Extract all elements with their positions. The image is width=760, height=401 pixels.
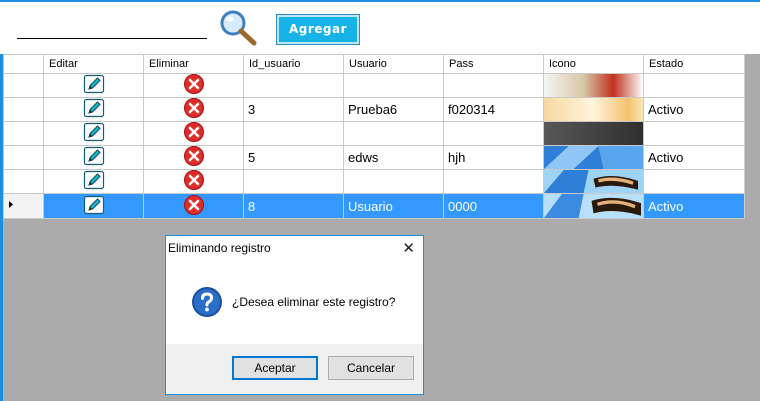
- cell-pass[interactable]: f020314: [443, 97, 544, 122]
- dialog-message: ¿Desea eliminar este registro?: [232, 295, 396, 309]
- edit-icon[interactable]: [83, 122, 105, 145]
- delete-cell[interactable]: [143, 145, 244, 170]
- delete-cell[interactable]: [143, 193, 244, 219]
- cell-icono[interactable]: [543, 97, 644, 122]
- cell-usuario[interactable]: [343, 73, 444, 98]
- table-row[interactable]: [3, 121, 745, 146]
- close-icon[interactable]: ✕: [402, 239, 415, 257]
- edit-icon[interactable]: [83, 170, 105, 193]
- edit-cell[interactable]: [43, 145, 144, 170]
- table-row[interactable]: [3, 73, 745, 98]
- delete-icon[interactable]: [183, 170, 204, 193]
- user-thumbnail-image: [544, 194, 643, 218]
- cancel-button[interactable]: Cancelar: [328, 356, 414, 380]
- column-header-id-usuario[interactable]: Id_usuario: [243, 54, 344, 74]
- delete-icon[interactable]: [183, 122, 204, 145]
- cell-estado[interactable]: Activo: [643, 193, 745, 219]
- current-row-indicator-icon: [9, 201, 13, 208]
- cell-usuario[interactable]: [343, 121, 444, 146]
- cell-icono[interactable]: [543, 121, 644, 146]
- cell-estado[interactable]: [643, 169, 745, 194]
- cell-estado[interactable]: [643, 121, 745, 146]
- delete-icon[interactable]: [183, 74, 204, 97]
- user-thumbnail-image: [544, 98, 643, 121]
- search-icon[interactable]: [218, 8, 258, 46]
- cell-pass[interactable]: [443, 73, 544, 98]
- delete-icon[interactable]: [183, 146, 204, 169]
- cell-icono[interactable]: [543, 73, 644, 98]
- row-header-corner: [3, 54, 44, 74]
- column-header-estado[interactable]: Estado: [643, 54, 745, 74]
- cell-usuario[interactable]: Usuario: [343, 193, 444, 219]
- edit-icon[interactable]: [83, 98, 105, 121]
- cell-pass[interactable]: hjh: [443, 145, 544, 170]
- column-header-editar[interactable]: Editar: [43, 54, 144, 74]
- row-header[interactable]: [3, 169, 44, 194]
- cell-icono[interactable]: [543, 193, 644, 219]
- toolbar: Agregar: [0, 0, 760, 54]
- table-row[interactable]: [3, 169, 745, 194]
- edit-icon[interactable]: [83, 195, 105, 218]
- cell-estado[interactable]: [643, 73, 745, 98]
- cell-pass[interactable]: [443, 121, 544, 146]
- column-header-icono[interactable]: Icono: [543, 54, 644, 74]
- search-input[interactable]: [17, 38, 207, 39]
- edit-cell[interactable]: [43, 97, 144, 122]
- delete-icon[interactable]: [183, 194, 204, 218]
- cell-id-usuario[interactable]: 5: [243, 145, 344, 170]
- accept-button[interactable]: Aceptar: [232, 356, 318, 380]
- delete-cell[interactable]: [143, 121, 244, 146]
- edit-cell[interactable]: [43, 169, 144, 194]
- cell-id-usuario[interactable]: 8: [243, 193, 344, 219]
- grid-header-row: Editar Eliminar Id_usuario Usuario Pass …: [3, 54, 745, 74]
- table-row[interactable]: 5 edws hjh Activo: [3, 145, 745, 170]
- cell-pass[interactable]: 0000: [443, 193, 544, 219]
- question-icon: [192, 287, 222, 317]
- cell-pass[interactable]: [443, 169, 544, 194]
- user-thumbnail-image: [544, 74, 643, 97]
- table-row[interactable]: 8 Usuario 0000 Activo: [3, 193, 745, 219]
- row-header[interactable]: [3, 97, 44, 122]
- cell-icono[interactable]: [543, 145, 644, 170]
- user-thumbnail-image: [544, 170, 643, 193]
- column-header-pass[interactable]: Pass: [443, 54, 544, 74]
- cell-usuario[interactable]: edws: [343, 145, 444, 170]
- edit-icon[interactable]: [83, 74, 105, 97]
- edit-cell[interactable]: [43, 193, 144, 219]
- edit-cell[interactable]: [43, 121, 144, 146]
- dialog-footer: Aceptar Cancelar: [166, 344, 423, 394]
- delete-icon[interactable]: [183, 98, 204, 121]
- cell-id-usuario[interactable]: 3: [243, 97, 344, 122]
- row-header[interactable]: [3, 73, 44, 98]
- cell-usuario[interactable]: [343, 169, 444, 194]
- column-header-eliminar[interactable]: Eliminar: [143, 54, 244, 74]
- cell-id-usuario[interactable]: [243, 121, 344, 146]
- delete-cell[interactable]: [143, 169, 244, 194]
- users-grid: Editar Eliminar Id_usuario Usuario Pass …: [3, 54, 745, 219]
- delete-cell[interactable]: [143, 97, 244, 122]
- delete-confirm-dialog: Eliminando registro ✕ ¿Desea eliminar es…: [165, 235, 424, 395]
- add-button[interactable]: Agregar: [276, 14, 360, 45]
- edit-icon[interactable]: [83, 146, 105, 169]
- delete-cell[interactable]: [143, 73, 244, 98]
- cell-estado[interactable]: Activo: [643, 145, 745, 170]
- cell-icono[interactable]: [543, 169, 644, 194]
- cell-id-usuario[interactable]: [243, 169, 344, 194]
- user-thumbnail-image: [544, 122, 643, 145]
- edit-cell[interactable]: [43, 73, 144, 98]
- cell-estado[interactable]: Activo: [643, 97, 745, 122]
- row-header[interactable]: [3, 193, 44, 219]
- cell-usuario[interactable]: Prueba6: [343, 97, 444, 122]
- row-header[interactable]: [3, 145, 44, 170]
- add-button-label: Agregar: [279, 17, 357, 42]
- cell-id-usuario[interactable]: [243, 73, 344, 98]
- column-header-usuario[interactable]: Usuario: [343, 54, 444, 74]
- user-thumbnail-image: [544, 146, 643, 169]
- dialog-title: Eliminando registro: [168, 241, 271, 255]
- row-header[interactable]: [3, 121, 44, 146]
- table-row[interactable]: 3 Prueba6 f020314 Activo: [3, 97, 745, 122]
